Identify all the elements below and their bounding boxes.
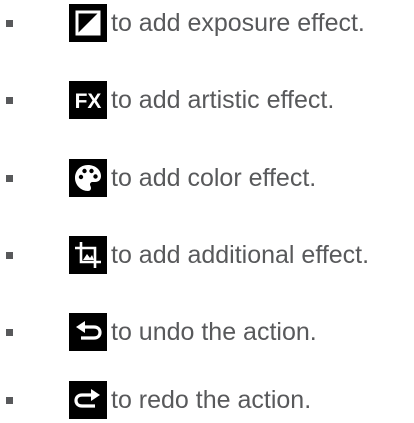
- list-item: to undo the action.: [0, 312, 414, 352]
- list-item: to add exposure effect.: [0, 3, 414, 43]
- item-text: to add artistic effect.: [111, 86, 335, 114]
- list-item: to add additional effect.: [0, 235, 414, 275]
- item-text: to add color effect.: [111, 164, 317, 192]
- exposure-icon: [69, 4, 107, 42]
- bullet-icon: [6, 329, 13, 336]
- item-text: to add exposure effect.: [111, 9, 365, 37]
- list-item: to redo the action.: [0, 380, 414, 420]
- palette-icon: [69, 159, 107, 197]
- instruction-list: to add exposure effect. FX to add artist…: [0, 0, 414, 423]
- bullet-icon: [6, 20, 13, 27]
- item-text: to undo the action.: [111, 318, 317, 346]
- undo-icon: [69, 313, 107, 351]
- crop-icon: [69, 236, 107, 274]
- list-item: to add color effect.: [0, 158, 414, 198]
- fx-icon-label: FX: [75, 90, 102, 113]
- fx-icon: FX: [69, 81, 107, 119]
- bullet-icon: [6, 97, 13, 104]
- item-text: to add additional effect.: [111, 241, 370, 269]
- bullet-icon: [6, 397, 13, 404]
- item-text: to redo the action.: [111, 386, 312, 414]
- bullet-icon: [6, 252, 13, 259]
- bullet-icon: [6, 175, 13, 182]
- redo-icon: [69, 381, 107, 419]
- list-item: FX to add artistic effect.: [0, 80, 414, 120]
